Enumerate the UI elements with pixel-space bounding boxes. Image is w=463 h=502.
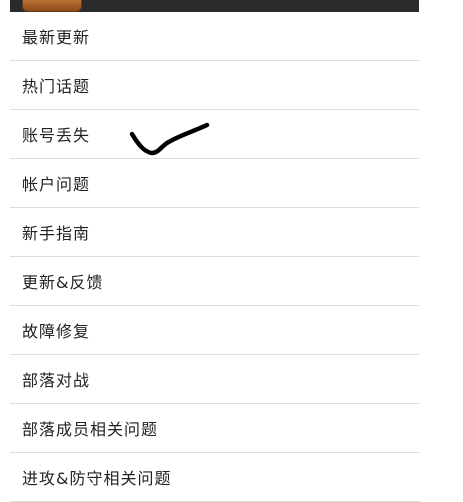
menu-item-beginner-guide[interactable]: 新手指南 xyxy=(10,208,419,257)
menu-item-label: 新手指南 xyxy=(22,224,91,243)
menu-item-updates-feedback[interactable]: 更新&反馈 xyxy=(10,257,419,306)
menu-item-label: 故障修复 xyxy=(22,322,91,341)
menu-item-label: 部落对战 xyxy=(22,371,91,390)
header-image-thumbnail xyxy=(22,0,82,12)
menu-item-hot-topics[interactable]: 热门话题 xyxy=(10,61,419,110)
menu-item-label: 热门话题 xyxy=(22,77,91,96)
menu-item-label: 账号丢失 xyxy=(22,126,91,145)
menu-item-clan-wars[interactable]: 部落对战 xyxy=(10,355,419,404)
menu-item-latest-updates[interactable]: 最新更新 xyxy=(10,12,419,61)
top-bar xyxy=(10,0,419,12)
menu-item-clan-members[interactable]: 部落成员相关问题 xyxy=(10,404,419,453)
menu-item-label: 更新&反馈 xyxy=(22,273,104,292)
menu-item-troubleshooting[interactable]: 故障修复 xyxy=(10,306,419,355)
menu-item-label: 进攻&防守相关问题 xyxy=(22,469,172,488)
menu-item-label: 部落成员相关问题 xyxy=(22,420,159,439)
menu-item-label: 帐户问题 xyxy=(22,175,91,194)
menu-item-attack-defense[interactable]: 进攻&防守相关问题 xyxy=(10,453,419,502)
menu-item-label: 最新更新 xyxy=(22,28,91,47)
menu-item-account-lost[interactable]: 账号丢失 xyxy=(10,110,419,159)
menu-item-account-issues[interactable]: 帐户问题 xyxy=(10,159,419,208)
help-topics-list: 最新更新 热门话题 账号丢失 帐户问题 新手指南 更新&反馈 故障修复 部落对战… xyxy=(10,12,419,502)
